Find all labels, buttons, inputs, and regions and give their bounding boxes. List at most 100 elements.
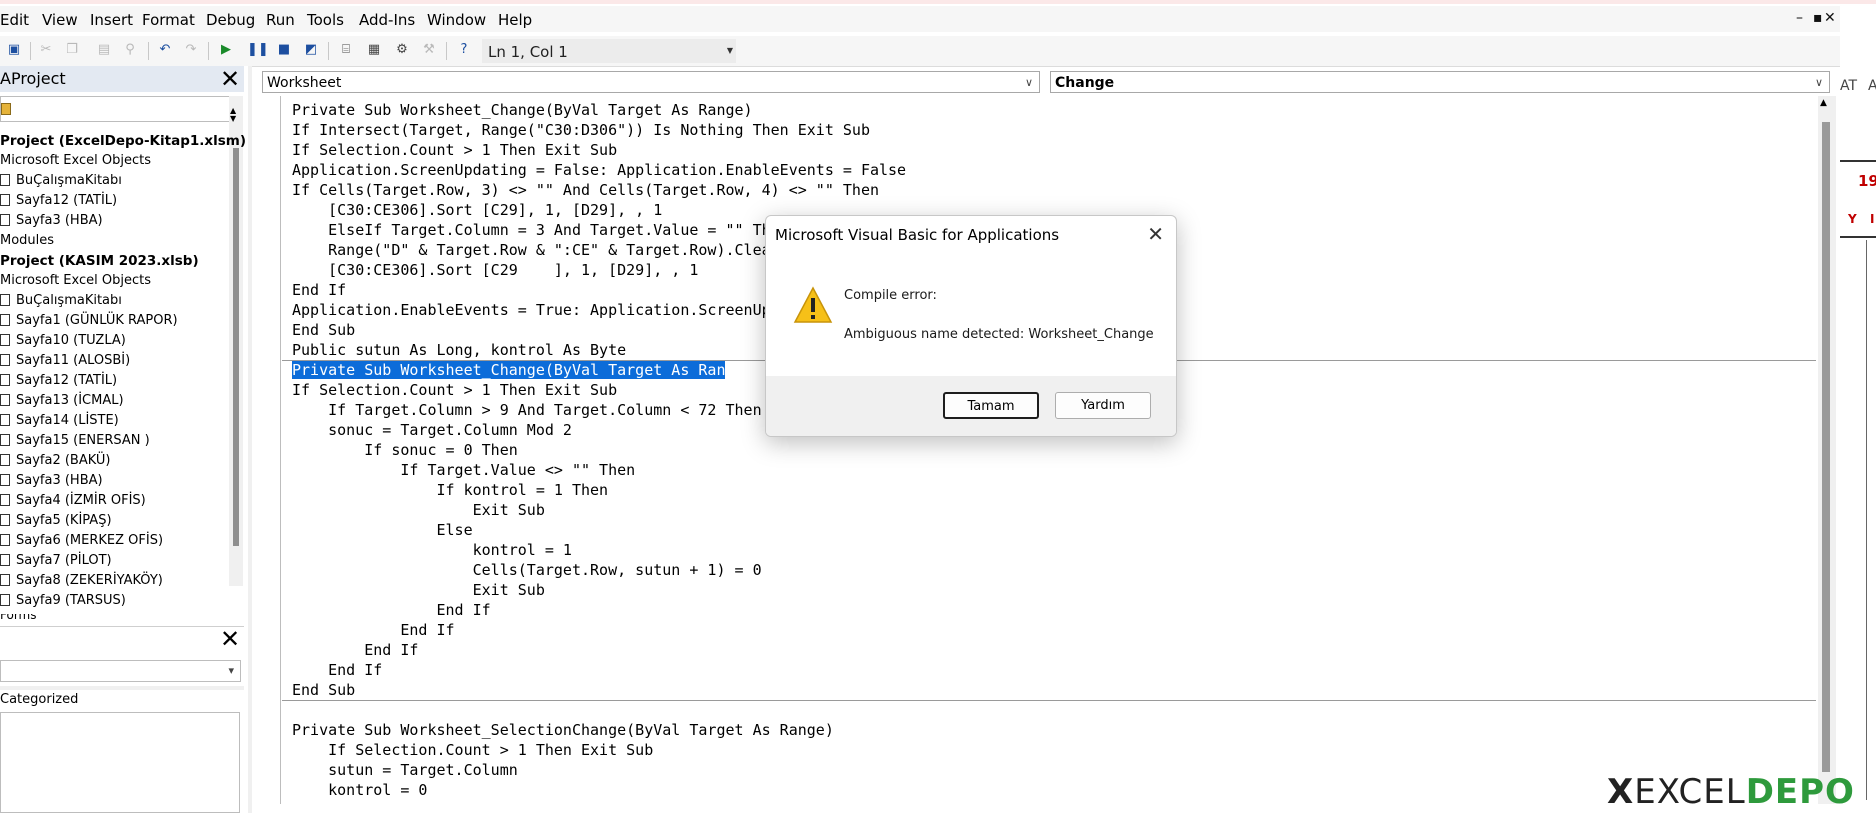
code-line[interactable]: If Target.Value <> "" Then (292, 460, 635, 480)
tree-excel-objects[interactable]: Microsoft Excel Objects (0, 273, 151, 288)
object-browser-icon[interactable]: ⚙ (394, 42, 410, 58)
tree-item[interactable]: Sayfa11 (ALOSBİ) (0, 353, 130, 368)
code-line[interactable]: kontrol = 1 (292, 540, 572, 560)
tab-categorized[interactable]: Categorized (0, 692, 78, 707)
tree-item[interactable]: Sayfa3 (HBA) (0, 473, 103, 488)
menu-edit[interactable]: Edit (0, 11, 29, 29)
paste-icon[interactable]: ▤ (96, 42, 112, 58)
code-line[interactable]: Private Sub Worksheet_SelectionChange(By… (292, 720, 834, 740)
menu-run[interactable]: Run (266, 11, 295, 29)
code-line-selected[interactable]: Private Sub Worksheet_Change(ByVal Targe… (292, 360, 726, 380)
code-line[interactable]: sonuc = Target.Column Mod 2 (292, 420, 572, 440)
code-line[interactable]: End If (292, 660, 382, 680)
code-line[interactable]: Else (292, 520, 472, 540)
tree-excel-objects[interactable]: Microsoft Excel Objects (0, 153, 151, 168)
code-line[interactable]: If kontrol = 1 Then (292, 480, 608, 500)
tree-project-kasim[interactable]: Project (KASIM 2023.xlsb) (0, 253, 199, 269)
code-line[interactable]: If Selection.Count > 1 Then Exit Sub (292, 380, 617, 400)
code-line[interactable]: End If (292, 620, 454, 640)
code-line[interactable]: If Target.Column > 9 And Target.Column <… (292, 400, 762, 420)
property-grid[interactable] (0, 712, 240, 813)
close-icon[interactable]: ✕ (1824, 10, 1836, 26)
code-line[interactable]: End If (292, 600, 490, 620)
close-icon[interactable]: ✕ (219, 627, 241, 651)
tree-project-exceldepo[interactable]: Project (ExcelDepo-Kitap1.xlsm) (0, 133, 246, 149)
scroll-thumb[interactable] (233, 148, 239, 546)
break-icon[interactable]: ❚❚ (247, 42, 269, 58)
code-line[interactable]: Private Sub Worksheet_Change(ByVal Targe… (292, 100, 753, 120)
ok-button[interactable]: Tamam (943, 392, 1039, 419)
find-icon[interactable]: ⚲ (122, 42, 138, 58)
cut-icon[interactable]: ✂ (38, 42, 54, 58)
tree-item[interactable]: Sayfa3 (HBA) (0, 213, 103, 228)
code-line[interactable]: End Sub (292, 680, 355, 700)
scroll-down-icon[interactable]: ▼ (230, 114, 236, 123)
sheet-cell-value[interactable]: 19 (1858, 172, 1876, 190)
code-line[interactable]: If Selection.Count > 1 Then Exit Sub (292, 740, 653, 760)
scroll-up-icon[interactable]: ▲ (1820, 98, 1827, 108)
folder-icon[interactable] (1, 103, 11, 115)
tree-item[interactable]: BuÇalışmaKitabı (0, 173, 122, 188)
design-mode-icon[interactable]: ◩ (303, 42, 319, 58)
code-line[interactable]: Exit Sub (292, 500, 545, 520)
margin-indicator-bar[interactable] (252, 96, 281, 804)
tree-item[interactable]: Sayfa1 (GÜNLÜK RAPOR) (0, 313, 178, 328)
tree-item[interactable]: Sayfa13 (İCMAL) (0, 393, 124, 408)
close-icon[interactable]: ✕ (219, 67, 241, 91)
code-line[interactable]: If Cells(Target.Row, 3) <> "" And Cells(… (292, 180, 879, 200)
tree-item[interactable]: Sayfa9 (TARSUS) (0, 593, 126, 608)
restore-icon[interactable]: ▪ (1813, 10, 1823, 26)
help-icon[interactable]: ? (456, 42, 472, 58)
code-line[interactable]: Exit Sub (292, 580, 545, 600)
code-line[interactable]: kontrol = 0 (292, 780, 427, 800)
menu-debug[interactable]: Debug (206, 11, 255, 29)
minimize-icon[interactable]: – (1796, 10, 1803, 26)
code-line[interactable]: If Selection.Count > 1 Then Exit Sub (292, 140, 617, 160)
tree-item[interactable]: Sayfa12 (TATİL) (0, 373, 117, 388)
project-tree-scrollbar[interactable]: ▲ ▼ (229, 96, 243, 586)
menu-view[interactable]: View (42, 11, 78, 29)
close-icon[interactable]: ✕ (1147, 222, 1164, 246)
tree-forms[interactable]: Forms (0, 614, 36, 620)
tree-item[interactable]: Sayfa4 (İZMİR OFİS) (0, 493, 146, 508)
menu-tools[interactable]: Tools (307, 11, 344, 29)
code-line[interactable]: If sonuc = 0 Then (292, 440, 518, 460)
sheet-cell[interactable]: Y (1848, 212, 1857, 226)
tree-item[interactable]: Sayfa2 (BAKÜ) (0, 453, 111, 468)
menu-help[interactable]: Help (498, 11, 532, 29)
tree-item[interactable]: Sayfa15 (ENERSAN ) (0, 433, 150, 448)
code-line[interactable]: End If (292, 640, 418, 660)
code-line[interactable]: Public sutun As Long, kontrol As Byte (292, 340, 626, 360)
save-icon[interactable]: ▣ (6, 42, 22, 58)
code-line[interactable]: End If (292, 280, 346, 300)
code-line[interactable]: ElseIf Target.Column = 3 And Target.Valu… (292, 220, 789, 240)
menu-format[interactable]: Format (142, 11, 195, 29)
copy-icon[interactable]: ❐ (64, 42, 80, 58)
code-line[interactable]: Cells(Target.Row, sutun + 1) = 0 (292, 560, 762, 580)
toolbar-options-icon[interactable]: ▼ (724, 39, 736, 63)
tree-modules[interactable]: Modules (0, 233, 54, 248)
help-button[interactable]: Yardım (1055, 392, 1151, 419)
object-dropdown[interactable]: ▾ (0, 660, 241, 682)
code-line[interactable]: sutun = Target.Column (292, 760, 518, 780)
code-line[interactable]: [C30:CE306].Sort [C29 ], 1, [D29], , 1 (292, 260, 698, 280)
properties-icon[interactable]: ▦ (366, 42, 382, 58)
scroll-thumb[interactable] (1822, 122, 1830, 772)
tree-item[interactable]: Sayfa7 (PİLOT) (0, 553, 112, 568)
tree-item[interactable]: BuÇalışmaKitabı (0, 293, 122, 308)
run-icon[interactable]: ▶ (218, 42, 234, 58)
undo-icon[interactable]: ↶ (157, 42, 173, 58)
code-line[interactable]: [C30:CE306].Sort [C29], 1, [D29], , 1 (292, 200, 662, 220)
tree-item[interactable]: Sayfa6 (MERKEZ OFİS) (0, 533, 163, 548)
code-line[interactable]: If Intersect(Target, Range("C30:D306")) … (292, 120, 870, 140)
project-explorer-icon[interactable]: ⌸ (338, 42, 354, 58)
tree-item[interactable]: Sayfa8 (ZEKERİYAKÖY) (0, 573, 163, 588)
tree-item[interactable]: Sayfa14 (LİSTE) (0, 413, 119, 428)
menu-window[interactable]: Window (427, 11, 486, 29)
tree-item[interactable]: Sayfa12 (TATİL) (0, 193, 117, 208)
menu-add-ins[interactable]: Add-Ins (359, 11, 415, 29)
tree-item[interactable]: Sayfa5 (KİPAŞ) (0, 513, 112, 528)
object-combo[interactable]: Worksheet ∨ (262, 71, 1040, 93)
menu-insert[interactable]: Insert (90, 11, 133, 29)
reset-icon[interactable]: ■ (276, 42, 292, 58)
